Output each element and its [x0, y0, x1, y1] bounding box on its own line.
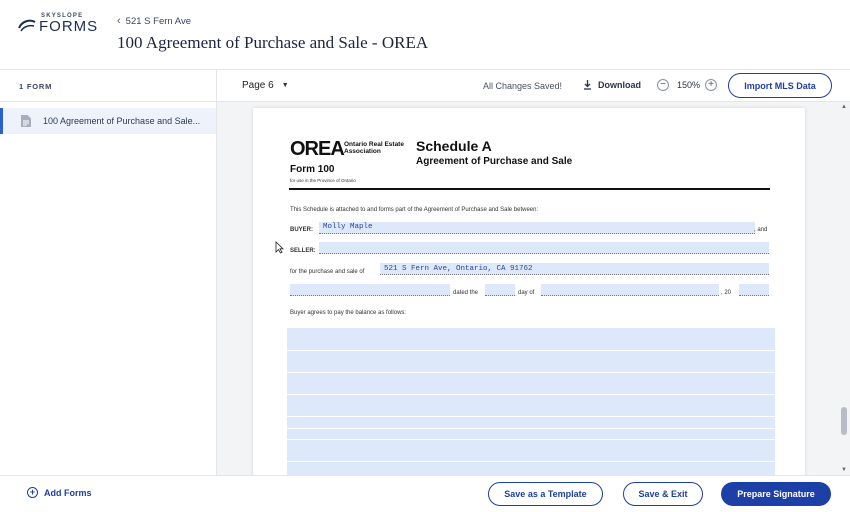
scroll-up-icon[interactable]: ▲ [841, 104, 847, 110]
day-field[interactable] [485, 284, 515, 296]
intro-text: This Schedule is attached to and forms p… [290, 207, 539, 213]
sidebar-item-form[interactable]: 100 Agreement of Purchase and Sale... [0, 108, 216, 134]
balance-text: Buyer agrees to pay the balance as follo… [290, 310, 407, 316]
orea-logo: OREA [290, 138, 345, 160]
page-label: Page 6 [242, 80, 274, 91]
download-label: Download [598, 80, 641, 90]
mouse-pointer-icon [275, 241, 284, 254]
property-value: 521 S Fern Ave, Ontario, CA 91762 [384, 265, 533, 273]
page-selector[interactable]: Page 6 ▼ [242, 80, 289, 91]
caret-down-icon: ▼ [281, 82, 289, 89]
date-prefix-field[interactable] [290, 284, 450, 296]
vertical-scrollbar[interactable]: ▲ ▼ [840, 102, 848, 475]
day-of-text: day of [518, 290, 535, 296]
document-viewport[interactable]: OREA Ontario Real Estate Association For… [217, 102, 850, 475]
zoom-in-button[interactable]: + [705, 79, 718, 91]
prepare-signature-button[interactable]: Prepare Signature [721, 482, 831, 506]
forms-sidebar: 100 Agreement of Purchase and Sale... [0, 102, 217, 475]
form-number: Form 100 [290, 164, 335, 175]
textarea-line [287, 394, 775, 395]
month-field[interactable] [541, 284, 719, 296]
textarea-line [287, 416, 775, 417]
buyer-value: Molly Maple [323, 223, 373, 231]
save-and-exit-button[interactable]: Save & Exit [623, 482, 703, 506]
zoom-level: 150% [677, 80, 701, 90]
plus-circle-icon: + [27, 487, 38, 498]
balance-textarea[interactable] [287, 328, 775, 475]
logo-brand-big: FORMS [39, 18, 99, 35]
breadcrumb-label: 521 S Fern Ave [125, 15, 191, 27]
document-toolbar: Page 6 ▼ All Changes Saved! Download − 1… [217, 70, 850, 102]
header-divider [289, 188, 770, 190]
app-footer: + Add Forms Save as a Template Save & Ex… [0, 475, 850, 512]
buyer-field[interactable] [319, 222, 755, 234]
textarea-line [287, 428, 775, 429]
sidebar-item-label: 100 Agreement of Purchase and Sale... [43, 116, 201, 126]
schedule-subtitle: Agreement of Purchase and Sale [416, 156, 573, 167]
orea-association-text: Ontario Real Estate Association [344, 141, 404, 155]
app-header: SKYSLOPE FORMS ‹ 521 S Fern Ave 100 Agre… [0, 0, 850, 70]
form-subtitle: for use in the Province of Ontario [290, 178, 356, 183]
add-forms-label: Add Forms [44, 487, 92, 498]
chevron-left-icon: ‹ [117, 15, 121, 27]
page-title: 100 Agreement of Purchase and Sale - ORE… [117, 33, 429, 52]
seller-field[interactable] [319, 242, 769, 254]
import-mls-button[interactable]: Import MLS Data [728, 73, 832, 98]
add-forms-button[interactable]: + Add Forms [27, 487, 92, 498]
scrollbar-thumb[interactable] [841, 407, 847, 435]
scroll-down-icon[interactable]: ▼ [841, 467, 847, 473]
schedule-title: Schedule A [416, 138, 492, 154]
purchase-text: for the purchase and sale of [290, 269, 365, 275]
and-text: , and [754, 227, 768, 233]
save-as-template-button[interactable]: Save as a Template [488, 482, 603, 506]
textarea-line [287, 350, 775, 351]
dated-text: dated the [453, 290, 479, 296]
zoom-control: − 150% + [657, 79, 718, 91]
save-status: All Changes Saved! [483, 81, 563, 91]
skyslope-forms-logo[interactable]: SKYSLOPE FORMS [18, 12, 98, 36]
document-page: OREA Ontario Real Estate Association For… [253, 108, 805, 475]
download-button[interactable]: Download [583, 80, 641, 90]
textarea-line [287, 461, 775, 462]
year-field[interactable] [739, 284, 769, 296]
zoom-out-button[interactable]: − [657, 79, 669, 91]
buyer-label: BUYER: [290, 227, 314, 233]
textarea-line [287, 372, 775, 373]
download-icon [584, 80, 591, 90]
document-icon [21, 115, 31, 127]
year-text: , 20 [721, 290, 732, 296]
skyslope-logo-icon [18, 19, 36, 32]
seller-label: SELLER: [290, 248, 316, 254]
breadcrumb-back[interactable]: ‹ 521 S Fern Ave [117, 15, 191, 27]
sidebar-header: 1 FORM [0, 70, 217, 102]
form-count-label: 1 FORM [19, 82, 53, 91]
textarea-line [287, 439, 775, 440]
